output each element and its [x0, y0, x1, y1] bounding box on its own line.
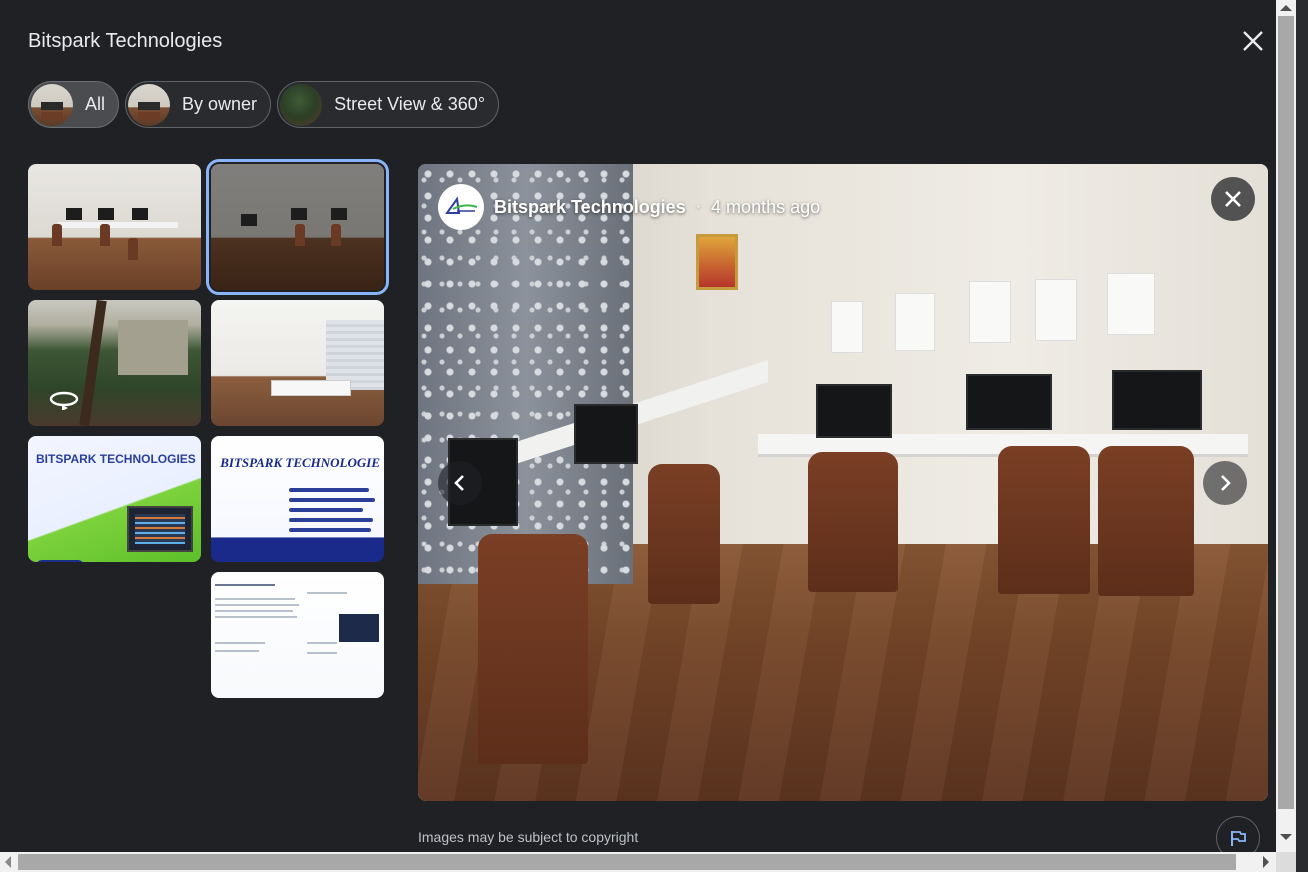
chip-thumbnail — [128, 83, 171, 126]
flag-icon — [1231, 831, 1246, 846]
chip-label: Street View & 360° — [334, 94, 486, 114]
filter-chip-by-owner[interactable]: By owner — [125, 81, 272, 128]
vertical-scrollbar[interactable] — [1276, 0, 1296, 852]
filter-chip-all[interactable]: All — [28, 81, 120, 128]
next-photo-button[interactable] — [1203, 461, 1247, 505]
scrollbar-thumb[interactable] — [18, 854, 1236, 870]
scrollbar-corner — [1276, 852, 1296, 872]
photo-viewer: Bitspark Technologies · 4 months ago — [418, 164, 1268, 801]
posted-time: 4 months ago — [711, 196, 821, 217]
photo-thumbnail[interactable] — [28, 164, 201, 290]
scroll-up-icon[interactable] — [1280, 5, 1292, 11]
flyer-thumbnail[interactable]: BITSPARK TECHNOLOGIE — [211, 436, 384, 562]
street-view-thumbnail[interactable] — [28, 300, 201, 426]
scroll-left-icon[interactable] — [5, 856, 11, 868]
previous-photo-button[interactable] — [438, 461, 482, 505]
chevron-right-icon — [1221, 475, 1231, 491]
scroll-right-icon[interactable] — [1263, 856, 1269, 868]
chip-label: By owner — [182, 94, 258, 114]
chip-thumbnail — [280, 83, 323, 126]
office-photo — [418, 164, 1268, 801]
chevron-left-icon — [454, 475, 464, 491]
photo-dialog: Bitspark Technologies All By owner Stree… — [0, 0, 1276, 860]
flyer-heading: BITSPARK TECHNOLOGIES — [36, 452, 196, 466]
filter-chips: All By owner Street View & 360° — [28, 81, 500, 128]
scrollbar-thumb[interactable] — [1278, 16, 1294, 809]
360-pano-icon — [49, 391, 79, 410]
flyer-heading: BITSPARK TECHNOLOGIE — [220, 455, 380, 470]
background-page-edge — [1296, 0, 1308, 872]
author-name[interactable]: Bitspark Technologies — [494, 197, 686, 218]
photo-attribution: Bitspark Technologies · 4 months ago — [438, 184, 820, 230]
copyright-notice: Images may be subject to copyright — [418, 829, 639, 845]
filter-chip-street-view[interactable]: Street View & 360° — [277, 81, 500, 128]
close-icon — [1243, 31, 1263, 51]
dialog-title: Bitspark Technologies — [28, 30, 223, 52]
photo-thumbnail-selected[interactable] — [206, 159, 389, 295]
document-thumbnail[interactable] — [211, 572, 384, 698]
separator-dot: · — [695, 198, 702, 215]
horizontal-scrollbar[interactable] — [0, 852, 1276, 872]
close-viewer-button[interactable] — [1211, 177, 1255, 221]
close-icon — [1225, 191, 1241, 207]
scroll-down-icon[interactable] — [1280, 834, 1292, 840]
chip-label: All — [85, 94, 106, 114]
author-avatar[interactable] — [438, 184, 484, 230]
close-dialog-button[interactable] — [1236, 24, 1270, 58]
photo-thumbnail[interactable] — [211, 300, 384, 426]
flyer-thumbnail[interactable]: BITSPARK TECHNOLOGIES — [28, 436, 201, 562]
bitspark-logo-icon — [445, 196, 478, 214]
chip-thumbnail — [31, 83, 73, 126]
